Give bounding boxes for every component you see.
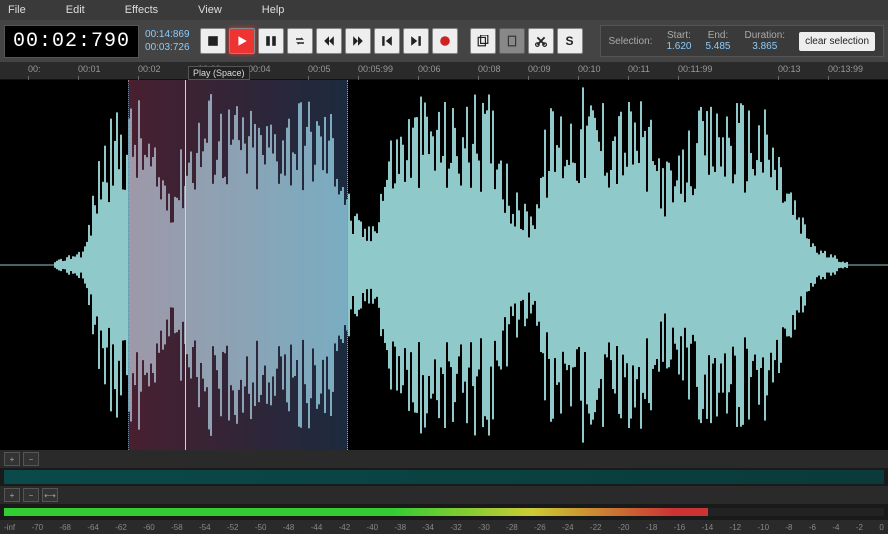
db-label: -62 [115, 523, 127, 532]
db-label: -70 [31, 523, 43, 532]
clear-selection-button[interactable]: clear selection [799, 32, 875, 51]
selection-info: Selection: Start:1.620 End:5.485 Duratio… [600, 25, 884, 57]
db-label: -inf [4, 523, 15, 532]
ruler-tick: 00:13:99 [828, 64, 863, 74]
db-scale: -inf-70-68-64-62-60-58-54-52-50-48-44-42… [0, 520, 888, 534]
snap-button[interactable]: S [557, 28, 583, 54]
pause-button[interactable] [258, 28, 284, 54]
db-label: -42 [339, 523, 351, 532]
db-label: -22 [590, 523, 602, 532]
db-label: -16 [674, 523, 686, 532]
db-label: -12 [730, 523, 742, 532]
zoom-controls-horizontal: + − ⟷ [0, 486, 888, 504]
skip-end-button[interactable] [403, 28, 429, 54]
db-label: -54 [199, 523, 211, 532]
db-label: -10 [757, 523, 769, 532]
db-label: -14 [702, 523, 714, 532]
ruler-tick: 00:05:99 [358, 64, 393, 74]
menu-bar: File Edit Effects View Help [0, 0, 888, 20]
db-label: -30 [478, 523, 490, 532]
ruler-tick: 00: [28, 64, 41, 74]
forward-button[interactable] [345, 28, 371, 54]
start-label: Start: [667, 30, 691, 41]
selection-label: Selection: [609, 36, 653, 47]
db-label: -26 [534, 523, 546, 532]
rewind-button[interactable] [316, 28, 342, 54]
loop-button[interactable] [287, 28, 313, 54]
zoom-fit-button[interactable]: ⟷ [42, 488, 58, 502]
play-tooltip: Play (Space) [188, 66, 250, 80]
zoom-in-v-button[interactable]: + [4, 452, 20, 466]
timecode-side: 00:14:869 00:03:726 [145, 29, 190, 53]
zoom-controls-vertical: + − [0, 450, 888, 468]
toolbar: 00:02:790 00:14:869 00:03:726 S Selectio… [0, 20, 888, 62]
level-meter [4, 508, 884, 516]
ruler-tick: 00:09 [528, 64, 551, 74]
waveform-area[interactable]: Play (Space) [0, 80, 888, 450]
db-label: -34 [422, 523, 434, 532]
ruler-tick: 00:08 [478, 64, 501, 74]
zoom-in-h-button[interactable]: + [4, 488, 20, 502]
db-label: -60 [143, 523, 155, 532]
transport-controls [200, 28, 458, 54]
skip-start-button[interactable] [374, 28, 400, 54]
db-label: -48 [283, 523, 295, 532]
timecode-main: 00:02:790 [4, 25, 139, 58]
ruler-tick: 00:10 [578, 64, 601, 74]
db-label: -24 [562, 523, 574, 532]
record-button[interactable] [432, 28, 458, 54]
menu-edit[interactable]: Edit [66, 4, 85, 16]
time-ruler[interactable]: 00:00:0100:0200:0300:0400:0500:05:9900:0… [0, 62, 888, 80]
zoom-out-h-button[interactable]: − [23, 488, 39, 502]
db-label: 0 [879, 523, 883, 532]
db-label: -4 [832, 523, 839, 532]
ruler-tick: 00:02 [138, 64, 161, 74]
cut-button[interactable] [528, 28, 554, 54]
copy-button[interactable] [470, 28, 496, 54]
play-button[interactable] [229, 28, 255, 54]
end-value: 5.485 [705, 41, 730, 52]
menu-view[interactable]: View [198, 4, 222, 16]
duration-label: Duration: [745, 30, 786, 41]
db-label: -32 [450, 523, 462, 532]
zoom-out-v-button[interactable]: − [23, 452, 39, 466]
db-label: -52 [227, 523, 239, 532]
db-label: -68 [59, 523, 71, 532]
overview-track[interactable] [4, 470, 884, 484]
ruler-tick: 00:11 [628, 64, 650, 74]
duration-value: 3.865 [752, 41, 777, 52]
edit-tools: S [470, 28, 583, 54]
menu-help[interactable]: Help [262, 4, 285, 16]
selection-region[interactable] [128, 80, 348, 450]
db-label: -58 [171, 523, 183, 532]
db-label: -18 [646, 523, 658, 532]
db-label: -6 [809, 523, 816, 532]
menu-file[interactable]: File [8, 4, 26, 16]
playhead[interactable] [185, 80, 186, 450]
db-label: -50 [255, 523, 267, 532]
db-label: -44 [311, 523, 323, 532]
db-label: -20 [618, 523, 630, 532]
db-label: -28 [506, 523, 518, 532]
timecode-total: 00:14:869 [145, 29, 190, 40]
db-label: -40 [367, 523, 379, 532]
timecode-selection: 00:03:726 [145, 42, 190, 53]
ruler-tick: 00:01 [78, 64, 101, 74]
stop-button[interactable] [200, 28, 226, 54]
ruler-tick: 00:05 [308, 64, 331, 74]
paste-button[interactable] [499, 28, 525, 54]
ruler-tick: 00:04 [248, 64, 271, 74]
start-value: 1.620 [666, 41, 691, 52]
ruler-tick: 00:11:99 [678, 64, 712, 74]
db-label: -38 [394, 523, 406, 532]
db-label: -64 [87, 523, 99, 532]
db-label: -8 [785, 523, 792, 532]
ruler-tick: 00:13 [778, 64, 801, 74]
db-label: -2 [856, 523, 863, 532]
menu-effects[interactable]: Effects [125, 4, 158, 16]
end-label: End: [708, 30, 729, 41]
ruler-tick: 00:06 [418, 64, 441, 74]
